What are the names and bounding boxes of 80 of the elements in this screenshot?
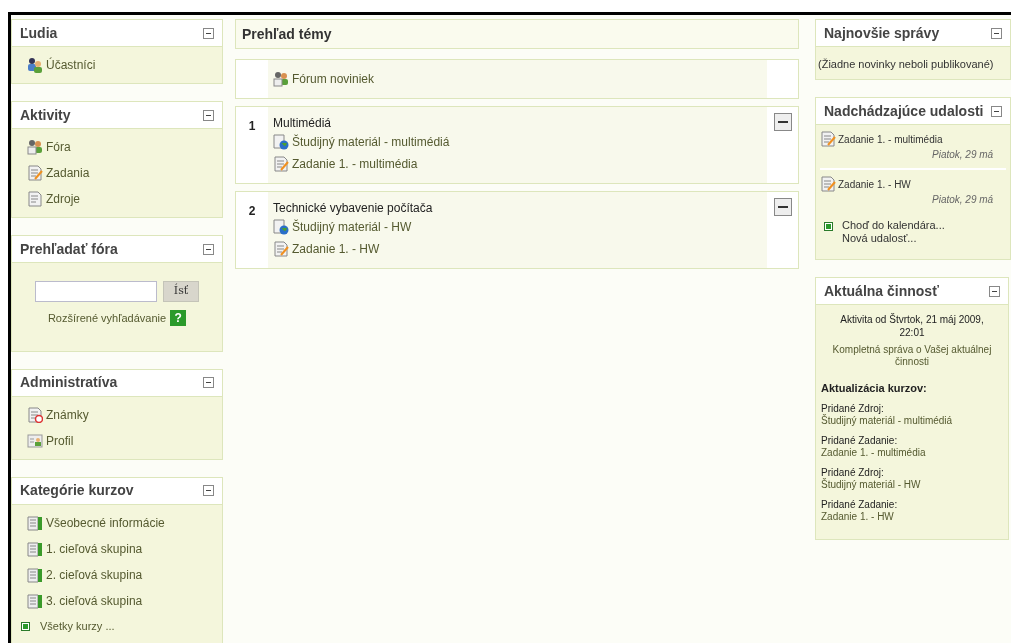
update-link[interactable]: Zadanie 1. - multimédia <box>821 446 1003 459</box>
web-page-icon <box>273 134 289 150</box>
event-link[interactable]: Zadanie 1. - HW <box>838 176 911 192</box>
category-icon <box>27 514 43 531</box>
section-title: Technické vybavenie počítača <box>273 200 434 216</box>
category-icon <box>27 592 43 609</box>
update-link[interactable]: Študijný materiál - HW <box>821 478 1003 491</box>
block-link[interactable]: Známky <box>46 405 89 424</box>
forum-icon <box>273 71 289 87</box>
block-title: Nadchádzajúce udalosti <box>824 101 984 121</box>
calendar-link[interactable]: Choď do kalendára... <box>842 219 945 232</box>
update-link[interactable]: Zadanie 1. - HW <box>821 510 1003 523</box>
activity-since: Aktivita od Štvrtok, 21 máj 2009, 22:01 <box>839 313 985 339</box>
block-link[interactable]: Fóra <box>46 138 71 156</box>
block-title: Administratíva <box>20 373 118 392</box>
event-link[interactable]: Zadanie 1. - multimédia <box>838 131 943 147</box>
profile-icon <box>27 432 43 449</box>
calendar-link[interactable]: Nová udalosť... <box>842 232 945 245</box>
bullet-icon <box>21 622 30 631</box>
block-link[interactable]: 1. cieľová skupina <box>46 539 143 558</box>
block-title: Ľudia <box>20 23 58 43</box>
block-title: Kategórie kurzov <box>20 481 134 500</box>
activity-link[interactable]: Zadanie 1. - multimédia <box>292 155 418 173</box>
block-link[interactable]: 2. cieľová skupina <box>46 565 143 584</box>
collapse-icon[interactable] <box>203 243 214 255</box>
activity-link[interactable]: Zadanie 1. - HW <box>292 240 380 258</box>
assignment-icon <box>273 156 289 172</box>
outline-title: Prehľad témy <box>242 24 332 44</box>
bullet-icon <box>824 222 833 231</box>
event-date: Piatok, 29 má <box>932 148 994 162</box>
section-number: 1 <box>248 118 256 135</box>
people-icon <box>27 57 43 73</box>
category-icon <box>27 540 43 557</box>
collapse-icon[interactable] <box>989 285 1000 297</box>
activity-link[interactable]: Študijný materiál - HW <box>292 218 412 236</box>
assignment-icon <box>820 131 836 147</box>
grades-icon <box>27 406 43 423</box>
collapse-icon[interactable] <box>203 377 214 388</box>
block-link[interactable]: Všeobecné informácie <box>46 513 165 532</box>
section-title: Multimédiá <box>273 115 333 131</box>
update-label: Pridané Zdroj: <box>821 402 885 414</box>
assignment-icon <box>27 165 43 181</box>
collapse-button[interactable] <box>773 113 792 131</box>
collapse-icon[interactable] <box>203 27 214 39</box>
block-title: Prehľadať fóra <box>20 239 118 259</box>
block-link[interactable]: Zdroje <box>46 190 80 208</box>
block-link[interactable]: Profil <box>46 431 74 450</box>
assignment-icon <box>273 241 289 257</box>
activity-link[interactable]: Študijný materiál - multimédiá <box>292 133 450 151</box>
event-date: Piatok, 29 má <box>932 193 994 207</box>
web-page-icon <box>273 219 289 235</box>
block-title: Aktuálna činnosť <box>824 281 939 301</box>
search-button[interactable]: Ísť <box>162 281 200 302</box>
collapse-icon[interactable] <box>991 105 1002 117</box>
forum-icon <box>27 139 43 155</box>
block-title: Aktivity <box>20 105 71 125</box>
collapse-icon[interactable] <box>203 109 214 121</box>
document-icon <box>27 191 43 207</box>
block-link[interactable]: Všetky kurzy ... <box>40 618 115 635</box>
block-link[interactable]: Zadania <box>46 164 90 182</box>
assignment-icon <box>820 176 836 192</box>
collapse-icon[interactable] <box>203 485 214 496</box>
update-label: Pridané Zdroj: <box>821 466 885 478</box>
update-link[interactable]: Študijný materiál - multimédiá <box>821 414 1003 427</box>
search-field[interactable] <box>34 281 157 302</box>
activity-link[interactable]: Fórum noviniek <box>292 70 375 88</box>
collapse-icon[interactable] <box>991 27 1002 39</box>
report-link[interactable]: Kompletná správa o Vašej aktuálnej činnosti <box>821 344 1003 368</box>
help-icon[interactable]: ? <box>170 310 187 327</box>
updates-heading: Aktualizácia kurzov: <box>821 381 928 396</box>
collapse-button[interactable] <box>773 198 792 216</box>
advanced-search-link[interactable]: Rozšírené vyhľadávanie <box>47 310 167 327</box>
block-title: Najnovšie správy <box>824 23 940 43</box>
block-link[interactable]: Účastníci <box>46 56 96 74</box>
block-link[interactable]: 3. cieľová skupina <box>46 591 143 610</box>
section-number: 2 <box>248 203 256 220</box>
category-icon <box>27 566 43 583</box>
update-label: Pridané Zadanie: <box>821 434 899 447</box>
news-text: (Žiadne novinky neboli publikované) <box>818 58 994 70</box>
update-label: Pridané Zadanie: <box>821 498 899 511</box>
